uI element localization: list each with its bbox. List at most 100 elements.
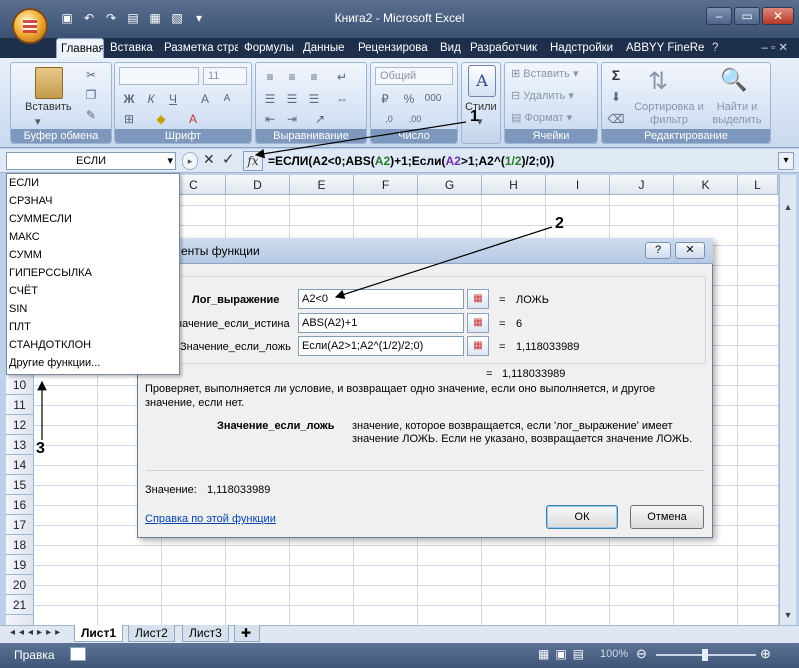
new-sheet-icon[interactable]: ✚	[234, 625, 260, 642]
paste-icon[interactable]	[35, 67, 63, 99]
row-header[interactable]: 17	[6, 515, 34, 535]
tab-abbyy[interactable]: ABBYY FineRea	[622, 38, 704, 58]
sheet-tab-3[interactable]: Лист3	[182, 625, 229, 642]
list-item[interactable]: ЕСЛИ	[7, 174, 179, 192]
zoom-in-icon[interactable]: ⊕	[760, 646, 771, 662]
print-icon[interactable]: ▦	[146, 9, 164, 27]
redo-icon[interactable]: ↷	[102, 9, 120, 27]
sheet-tab-1[interactable]: Лист1	[74, 625, 124, 642]
bold-button[interactable]: Ж	[119, 89, 139, 107]
format-cells-button[interactable]: ▤ Формат ▾	[511, 111, 572, 124]
arg3-input[interactable]: Если(A2>1;A2^(1/2)/2;0)	[298, 336, 464, 356]
copy-icon[interactable]: ❐	[81, 85, 101, 103]
column-header[interactable]: I	[546, 175, 610, 195]
clear-icon[interactable]: ⌫	[606, 109, 626, 127]
dialog-close-button[interactable]: ✕	[675, 242, 705, 259]
vertical-scrollbar[interactable]: ▲ ▼	[779, 175, 796, 625]
column-header[interactable]: F	[354, 175, 418, 195]
column-header[interactable]: L	[738, 175, 778, 195]
tab-review[interactable]: Рецензирова	[354, 38, 434, 58]
insert-cells-button[interactable]: ⊞ Вставить ▾	[511, 67, 579, 80]
tab-addins[interactable]: Надстройки	[546, 38, 620, 58]
row-header[interactable]: 12	[6, 415, 34, 435]
collapse-dialog-icon[interactable]: ▦	[467, 313, 489, 333]
row-header[interactable]: 10	[6, 375, 34, 395]
align-top-icon[interactable]: ≡	[260, 67, 280, 85]
fill-icon[interactable]: ⬇	[606, 87, 626, 105]
row-header[interactable]: 20	[6, 575, 34, 595]
borders-icon[interactable]: ⊞	[119, 109, 139, 127]
minimize-button[interactable]: –	[706, 7, 732, 25]
tab-developer[interactable]: Разработчик	[466, 38, 544, 58]
scroll-up-icon[interactable]: ▲	[781, 199, 795, 215]
font-name-box[interactable]	[119, 67, 199, 85]
tab-view[interactable]: Вид	[436, 38, 464, 58]
column-header[interactable]: D	[226, 175, 290, 195]
list-item[interactable]: ПЛТ	[7, 318, 179, 336]
help-icon[interactable]: ?	[708, 38, 728, 58]
recent-functions-list[interactable]: ЕСЛИ СРЗНАЧ СУММЕСЛИ МАКС СУММ ГИПЕРССЫЛ…	[6, 173, 180, 375]
underline-button[interactable]: Ч	[163, 89, 183, 107]
tab-page-layout[interactable]: Разметка стра	[160, 38, 238, 58]
row-header[interactable]: 15	[6, 475, 34, 495]
row-header[interactable]: 18	[6, 535, 34, 555]
formula-input[interactable]: =ЕСЛИ(A2<0;ABS(A2)+1;Если(A2>1;A2^(1/2)/…	[268, 152, 768, 170]
list-item[interactable]: СТАНДОТКЛОН	[7, 336, 179, 354]
collapse-dialog-icon[interactable]: ▦	[467, 336, 489, 356]
dialog-title-bar[interactable]: енты функции ? ✕	[137, 238, 713, 264]
open-icon[interactable]: ▤	[124, 9, 142, 27]
confirm-entry-icon[interactable]: ✓	[222, 150, 235, 168]
find-select-button[interactable]: Найти и выделить	[706, 101, 768, 127]
delete-cells-button[interactable]: ⊟ Удалить ▾	[511, 89, 574, 102]
list-item[interactable]: СРЗНАЧ	[7, 192, 179, 210]
view-buttons[interactable]: ▦▣▤	[538, 647, 590, 661]
sort-filter-button[interactable]: Сортировка и фильтр	[634, 101, 704, 127]
thousands-button[interactable]: 000	[423, 89, 443, 107]
merge-icon[interactable]: ⇔	[332, 89, 352, 107]
tab-formulas[interactable]: Формулы	[240, 38, 296, 58]
ok-button[interactable]: ОК	[546, 505, 618, 529]
close-button[interactable]: ✕	[762, 7, 794, 25]
dialog-help-button[interactable]: ?	[645, 242, 671, 259]
row-header[interactable]: 13	[6, 435, 34, 455]
column-header[interactable]: H	[482, 175, 546, 195]
increase-indent-icon[interactable]: ⇥	[282, 109, 302, 127]
wrap-text-icon[interactable]: ↵	[332, 67, 352, 85]
sort-filter-icon[interactable]: ⇅	[648, 67, 668, 96]
row-header[interactable]: 16	[6, 495, 34, 515]
scroll-down-icon[interactable]: ▼	[781, 607, 795, 623]
list-item[interactable]: СУММ	[7, 246, 179, 264]
cancel-entry-icon[interactable]: ✕	[203, 151, 215, 168]
column-header[interactable]: J	[610, 175, 674, 195]
list-item[interactable]: SIN	[7, 300, 179, 318]
align-bottom-icon[interactable]: ≡	[304, 67, 324, 85]
zoom-slider-thumb[interactable]	[702, 649, 708, 661]
number-format-box[interactable]: Общий	[375, 67, 453, 85]
ribbon-window-controls[interactable]: – ▫ ✕	[732, 38, 792, 58]
autosum-button[interactable]: Σ	[606, 65, 626, 83]
preview-icon[interactable]: ▧	[168, 9, 186, 27]
tab-insert[interactable]: Вставка	[106, 38, 158, 58]
insert-function-button[interactable]: fx	[243, 151, 263, 171]
zoom-out-icon[interactable]: ⊖	[636, 646, 647, 662]
align-center-icon[interactable]: ☰	[282, 89, 302, 107]
styles-icon[interactable]: A	[468, 65, 496, 97]
macro-record-icon[interactable]	[70, 647, 86, 661]
orientation-icon[interactable]: ↗	[310, 109, 330, 127]
list-item[interactable]: ГИПЕРССЫЛКА	[7, 264, 179, 282]
sheet-nav-icons[interactable]: ◂◂◂▸▸▸	[10, 627, 64, 638]
align-left-icon[interactable]: ☰	[260, 89, 280, 107]
more-functions-item[interactable]: Другие функции...	[7, 354, 179, 372]
list-item[interactable]: СЧЁТ	[7, 282, 179, 300]
format-painter-icon[interactable]: ✎	[81, 105, 101, 123]
row-header[interactable]: 19	[6, 555, 34, 575]
find-icon[interactable]: 🔍	[720, 67, 747, 93]
sheet-tab-2[interactable]: Лист2	[128, 625, 175, 642]
column-header[interactable]: G	[418, 175, 482, 195]
italic-button[interactable]: К	[141, 89, 161, 107]
row-header[interactable]: 11	[6, 395, 34, 415]
percent-button[interactable]: %	[399, 89, 419, 107]
row-header[interactable]	[6, 615, 34, 625]
expand-handle-icon[interactable]: ▸	[182, 152, 198, 170]
restore-button[interactable]: ▭	[734, 7, 760, 25]
